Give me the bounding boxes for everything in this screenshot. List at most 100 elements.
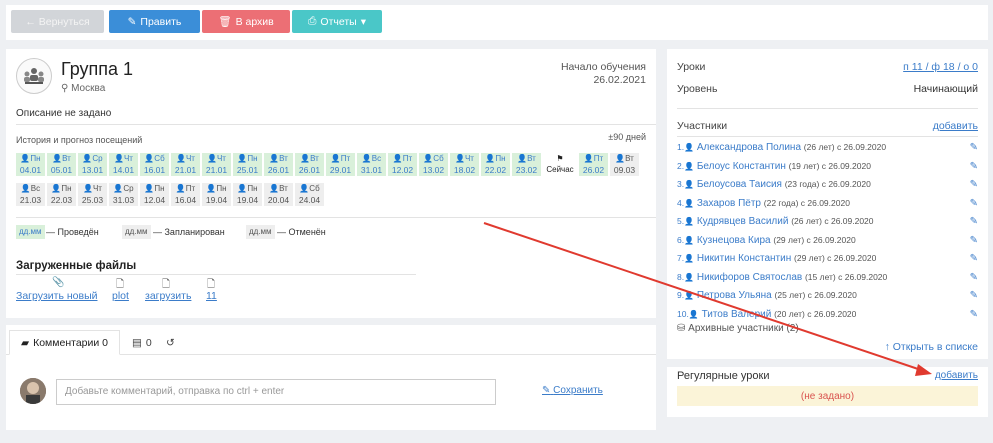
edit-participant-icon[interactable]: ✎ — [970, 179, 978, 190]
edit-participant-icon[interactable]: ✎ — [970, 216, 978, 227]
lesson-chip[interactable]: 👤Сб 16.01 — [140, 153, 169, 176]
participant-age: (15 лет) — [804, 271, 839, 282]
lesson-chip[interactable]: 👤Вт 23.02 — [512, 153, 541, 176]
lesson-chip[interactable]: 👤Пт 26.02 — [579, 153, 608, 176]
lesson-chip[interactable]: 👤Вт 09.03 — [610, 153, 639, 176]
lesson-weekday: 👤Сб — [144, 154, 165, 163]
participant-name[interactable]: Захаров Пётр — [694, 198, 764, 209]
participant-name[interactable]: Титов Валерий — [699, 309, 774, 320]
participant-name[interactable]: Петрова Ульяна — [694, 290, 774, 301]
tab-notes-label: 0 — [145, 336, 152, 349]
start-label: Начало обучения — [560, 61, 646, 73]
lesson-date: 16.04 — [174, 194, 197, 205]
edit-participant-icon[interactable]: ✎ — [970, 161, 978, 172]
lesson-chip[interactable]: 👤Ср 31.03 — [109, 183, 138, 206]
participant-name[interactable]: Кудрявцев Василий — [694, 216, 791, 227]
lesson-chip[interactable]: 👤Пн 04.01 — [16, 153, 45, 176]
edit-participant-icon[interactable]: ✎ — [970, 253, 978, 264]
lesson-chip[interactable]: 👤Пн 12.04 — [140, 183, 169, 206]
edit-participant-icon[interactable]: ✎ — [970, 235, 978, 246]
lesson-weekday: 👤Пн — [144, 184, 165, 193]
lesson-chip[interactable]: 👤Вт 20.04 — [264, 183, 293, 206]
lessons-counts-link[interactable]: п 11 / ф 18 / о 0 — [903, 61, 978, 73]
add-regular-lesson-link[interactable]: добавить — [935, 370, 978, 381]
participant-name[interactable]: Никитин Константин — [694, 253, 794, 264]
file-link-plot[interactable]: plot — [112, 290, 129, 302]
lesson-date: 26.01 — [298, 164, 321, 175]
lesson-date: 24.04 — [298, 194, 321, 205]
participant-age: (22 года) — [763, 197, 801, 208]
save-comment-link[interactable]: ✎ Сохранить — [542, 385, 603, 396]
lesson-chip[interactable]: 👤Сб 24.04 — [295, 183, 324, 206]
lesson-date: 29.01 — [329, 164, 352, 175]
lesson-chip[interactable]: 👤Пт 16.04 — [171, 183, 200, 206]
participant-since: с 26.09.2020 — [821, 179, 871, 189]
lesson-chip[interactable]: 👤Вс 31.01 — [357, 153, 386, 176]
participant-name[interactable]: Кузнецова Кира — [694, 235, 773, 246]
comment-input[interactable]: Добавьте комментарий, отправка по ctrl +… — [56, 379, 496, 405]
group-city: ⚲ Москва — [61, 83, 105, 94]
participant-name[interactable]: Белоус Константин — [694, 161, 789, 172]
participant-name[interactable]: Белоусова Таисия — [694, 179, 785, 190]
edit-participant-icon[interactable]: ✎ — [970, 290, 978, 301]
lesson-chip[interactable]: 👤Пн 22.03 — [47, 183, 76, 206]
user-icon: 👤 — [684, 143, 695, 152]
file-link-11[interactable]: 11 — [206, 290, 217, 302]
lesson-chip[interactable]: 👤Чт 21.01 — [171, 153, 200, 176]
print-icon: ⎙ — [308, 15, 317, 27]
lesson-chip[interactable]: 👤Вс 21.03 — [16, 183, 45, 206]
participant-row: 1.👤 Александрова Полина (26 лет) с 26.09… — [677, 142, 978, 158]
participant-name[interactable]: Никифоров Святослав — [694, 272, 805, 283]
lesson-weekday: 👤Пн — [237, 184, 258, 193]
lesson-chip[interactable]: 👤Вт 26.01 — [295, 153, 324, 176]
upload-new-link[interactable]: Загрузить новый — [16, 290, 98, 302]
reports-label: Отчеты — [320, 15, 357, 28]
lesson-chip[interactable]: 👤Пн 19.04 — [233, 183, 262, 206]
lesson-chip[interactable]: 👤Пн 25.01 — [233, 153, 262, 176]
lesson-chip[interactable]: 👤Пн 22.02 — [481, 153, 510, 176]
lesson-weekday: 👤Пт — [175, 184, 196, 193]
edit-participant-icon[interactable]: ✎ — [970, 309, 978, 320]
lesson-weekday: 👤Вт — [615, 154, 634, 163]
participant-name[interactable]: Александрова Полина — [694, 142, 804, 153]
lesson-chip[interactable]: 👤Чт 21.01 — [202, 153, 231, 176]
lesson-chip[interactable]: 👤Чт 18.02 — [450, 153, 479, 176]
edit-participant-icon[interactable]: ✎ — [970, 142, 978, 153]
lesson-chip[interactable]: 👤Пт 29.01 — [326, 153, 355, 176]
lesson-weekday: 👤Пт — [583, 154, 604, 163]
archive-button[interactable]: 🗑 В архив — [202, 10, 290, 33]
participant-age: (29 лет) — [773, 234, 807, 245]
lesson-chip[interactable]: 👤Чт 14.01 — [109, 153, 138, 176]
tab-notes[interactable]: ▤ 0 — [132, 330, 152, 355]
edit-participant-icon[interactable]: ✎ — [970, 272, 978, 283]
back-button[interactable]: ← Вернуться — [11, 10, 104, 33]
tab-comments[interactable]: ▰ Комментарии 0 — [9, 330, 120, 355]
add-participant-link[interactable]: добавить — [933, 120, 978, 132]
archived-participants-link[interactable]: ⛁ Архивные участники (2) — [677, 323, 978, 334]
user-icon: 👤 — [684, 291, 695, 300]
lesson-weekday: 👤Сб — [299, 184, 320, 193]
divider — [677, 136, 978, 137]
open-in-list-link[interactable]: ↑ Открыть в списке — [677, 341, 978, 353]
user-icon: 👤 — [684, 180, 695, 189]
edit-participant-icon[interactable]: ✎ — [970, 198, 978, 209]
participant-since: с 26.09.2020 — [838, 271, 888, 282]
map-marker-icon: ⚲ — [61, 83, 69, 94]
lesson-weekday: 👤Вс — [361, 154, 382, 163]
lesson-weekday: 👤Пт — [330, 154, 351, 163]
divider — [16, 217, 656, 218]
reports-dropdown-button[interactable]: ⎙ Отчеты ▾ — [292, 10, 382, 33]
file-link-upload[interactable]: загрузить — [145, 290, 191, 302]
lesson-chip[interactable]: 👤Ср 13.01 — [78, 153, 107, 176]
edit-button[interactable]: ✎ Править — [109, 10, 200, 33]
lesson-chip[interactable]: 👤Вт 05.01 — [47, 153, 76, 176]
level-row: Уровень Начинающий — [677, 83, 978, 95]
tab-history[interactable]: ↺ — [166, 330, 175, 355]
lesson-chip[interactable]: 👤Чт 25.03 — [78, 183, 107, 206]
lessons-label: Уроки — [677, 61, 706, 73]
lesson-chip[interactable]: 👤Пт 12.02 — [388, 153, 417, 176]
lesson-chip[interactable]: 👤Сб 13.02 — [419, 153, 448, 176]
lesson-date: 26.01 — [267, 164, 290, 175]
lesson-chip[interactable]: 👤Вт 26.01 — [264, 153, 293, 176]
lesson-chip[interactable]: 👤Пн 19.04 — [202, 183, 231, 206]
